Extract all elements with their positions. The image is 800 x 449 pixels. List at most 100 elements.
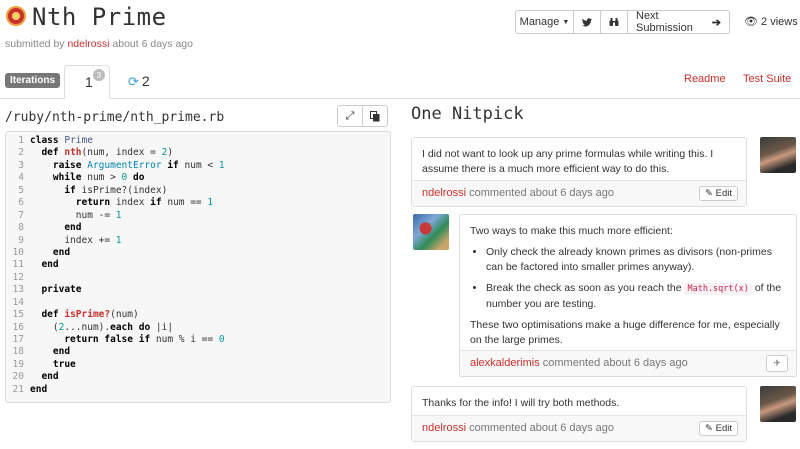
twitter-button[interactable] (573, 10, 601, 34)
nitpick-title: One Nitpick (411, 104, 524, 124)
comment-1-edit-label: Edit (715, 188, 732, 199)
comment-2-action-button[interactable]: ✈ (766, 355, 788, 372)
code-text: true (52, 358, 76, 370)
code-text: def isPrime?(num) (41, 309, 139, 321)
comment-3-author[interactable]: ndelrossi (422, 422, 466, 434)
line-number: 9 (18, 234, 24, 246)
code-line: 12 (6, 272, 390, 284)
line-number: 19 (12, 358, 24, 370)
code-text: end (41, 259, 59, 271)
next-submission-button[interactable]: Next Submission ➔ (627, 10, 730, 34)
line-number: 20 (12, 371, 24, 383)
code-text: class Prime (30, 135, 93, 146)
comment-2-intro: Two ways to make this much more efficien… (470, 225, 673, 237)
header-actions: Manage ▼ Next Submission ➔ (515, 10, 730, 34)
comment-2-list: Only check the already known primes as d… (470, 245, 786, 312)
iterations-label: Iterations (5, 73, 61, 88)
ndelrossi-avatar[interactable] (760, 386, 796, 422)
readme-link[interactable]: Readme (684, 73, 726, 85)
line-number: 5 (18, 184, 24, 196)
comment-1-time: commented about 6 days ago (469, 187, 615, 199)
code-text: while num > 0 do (52, 172, 145, 184)
comment-2-bullet-2: Break the check as soon as you reach the… (486, 281, 786, 312)
author-link[interactable]: ndelrossi (67, 38, 109, 50)
copy-button[interactable] (362, 105, 388, 127)
code-line: 11 end (6, 259, 390, 271)
line-number: 8 (18, 222, 24, 234)
submitted-prefix: submitted by (5, 38, 65, 50)
code-line: 15 def isPrime?(num) (6, 309, 390, 321)
comment-1-author[interactable]: ndelrossi (422, 187, 466, 199)
line-number: 7 (18, 209, 24, 221)
sync-icon: ⟳ (128, 74, 139, 89)
code-text: index += 1 (30, 234, 122, 246)
bullet-2-pre: Break the check as soon as you reach the (486, 282, 682, 294)
line-number: 4 (18, 172, 24, 184)
tab-divider (0, 98, 800, 99)
twitter-icon (582, 17, 592, 26)
comment-2-author[interactable]: alexkalderimis (470, 357, 540, 369)
view-count: 👁 2 views (744, 15, 798, 28)
line-number: 21 (12, 383, 24, 395)
line-number: 17 (12, 334, 24, 345)
line-number: 15 (12, 309, 24, 321)
comment-2-footer: alexkalderimis commented about 6 days ag… (460, 350, 796, 376)
line-number: 6 (18, 197, 24, 209)
views-label: 2 views (761, 16, 798, 28)
expand-button[interactable]: ⤢ (337, 105, 363, 127)
file-path: /ruby/nth-prime/nth_prime.rb (5, 110, 225, 125)
pencil-icon: ✎ (705, 423, 713, 434)
comment-3-time: commented about 6 days ago (469, 422, 615, 434)
comment-3-edit-label: Edit (715, 423, 732, 434)
pencil-icon: ✎ (705, 188, 713, 199)
comment-1-edit-button[interactable]: ✎ Edit (699, 186, 738, 201)
exercism-logo[interactable] (6, 6, 26, 26)
inline-code: Math.sqrt(x) (684, 283, 752, 295)
code-line: 16 (2...num).each do |i| (6, 322, 390, 334)
comment-3-footer: ndelrossi commented about 6 days ago ✎ E… (412, 415, 746, 441)
comment-3-edit-button[interactable]: ✎ Edit (699, 421, 738, 436)
tab-iteration-1[interactable]: 1 3 (64, 65, 110, 99)
code-line: 13 private (6, 284, 390, 296)
test-suite-link[interactable]: Test Suite (743, 73, 791, 85)
code-text: end (30, 383, 48, 395)
code-text: return false if num % i == 0 (64, 334, 225, 345)
code-line: 21 end (6, 384, 390, 396)
line-number: 2 (18, 147, 24, 159)
binoculars-button[interactable] (600, 10, 628, 34)
alexkalderimis-avatar[interactable] (413, 214, 449, 250)
code-line: 5 if isPrime?(index) (6, 185, 390, 197)
line-number: 11 (12, 259, 24, 271)
comment-2-time: commented about 6 days ago (542, 357, 688, 369)
comment-2: Two ways to make this much more efficien… (459, 214, 797, 377)
code-text: end (64, 222, 82, 234)
code-line: 18 end (6, 346, 390, 358)
comment-2-body: Two ways to make this much more efficien… (460, 215, 796, 362)
tab-iteration-2-label: 2 (141, 73, 150, 89)
eye-icon: 👁 (744, 16, 758, 28)
comment-1: I did not want to look up any prime form… (411, 137, 747, 207)
line-number: 10 (12, 246, 24, 258)
line-number: 18 (12, 346, 24, 358)
ndelrossi-avatar[interactable] (760, 137, 796, 173)
code-line: 14 (6, 297, 390, 309)
code-actions: ⤢ (337, 105, 388, 127)
copy-icon (370, 110, 380, 121)
code-line: 9 index += 1 (6, 235, 390, 247)
line-number: 3 (18, 159, 24, 171)
line-number: 1 (18, 135, 24, 146)
comment-2-outro: These two optimisations make a huge diff… (470, 319, 780, 346)
code-text: if isPrime?(index) (64, 184, 168, 196)
submitted-info: submitted by ndelrossi about 6 days ago (5, 38, 193, 50)
line-number: 14 (12, 296, 24, 308)
tab-iteration-1-label: 1 (85, 74, 93, 90)
code-line: 8 end (6, 222, 390, 234)
code-block: 1 class Prime 2 def nth(num, index = 2) 3 r… (5, 131, 391, 403)
comment-2-bullet-1: Only check the already known primes as d… (486, 245, 786, 275)
manage-button[interactable]: Manage ▼ (515, 10, 574, 34)
comment-count-badge: 3 (93, 69, 105, 81)
expand-icon: ⤢ (345, 109, 355, 122)
caret-down-icon: ▼ (562, 18, 570, 26)
code-text: return index if num == 1 (75, 197, 214, 209)
tab-iteration-2[interactable]: ⟳ 2 (128, 73, 150, 90)
